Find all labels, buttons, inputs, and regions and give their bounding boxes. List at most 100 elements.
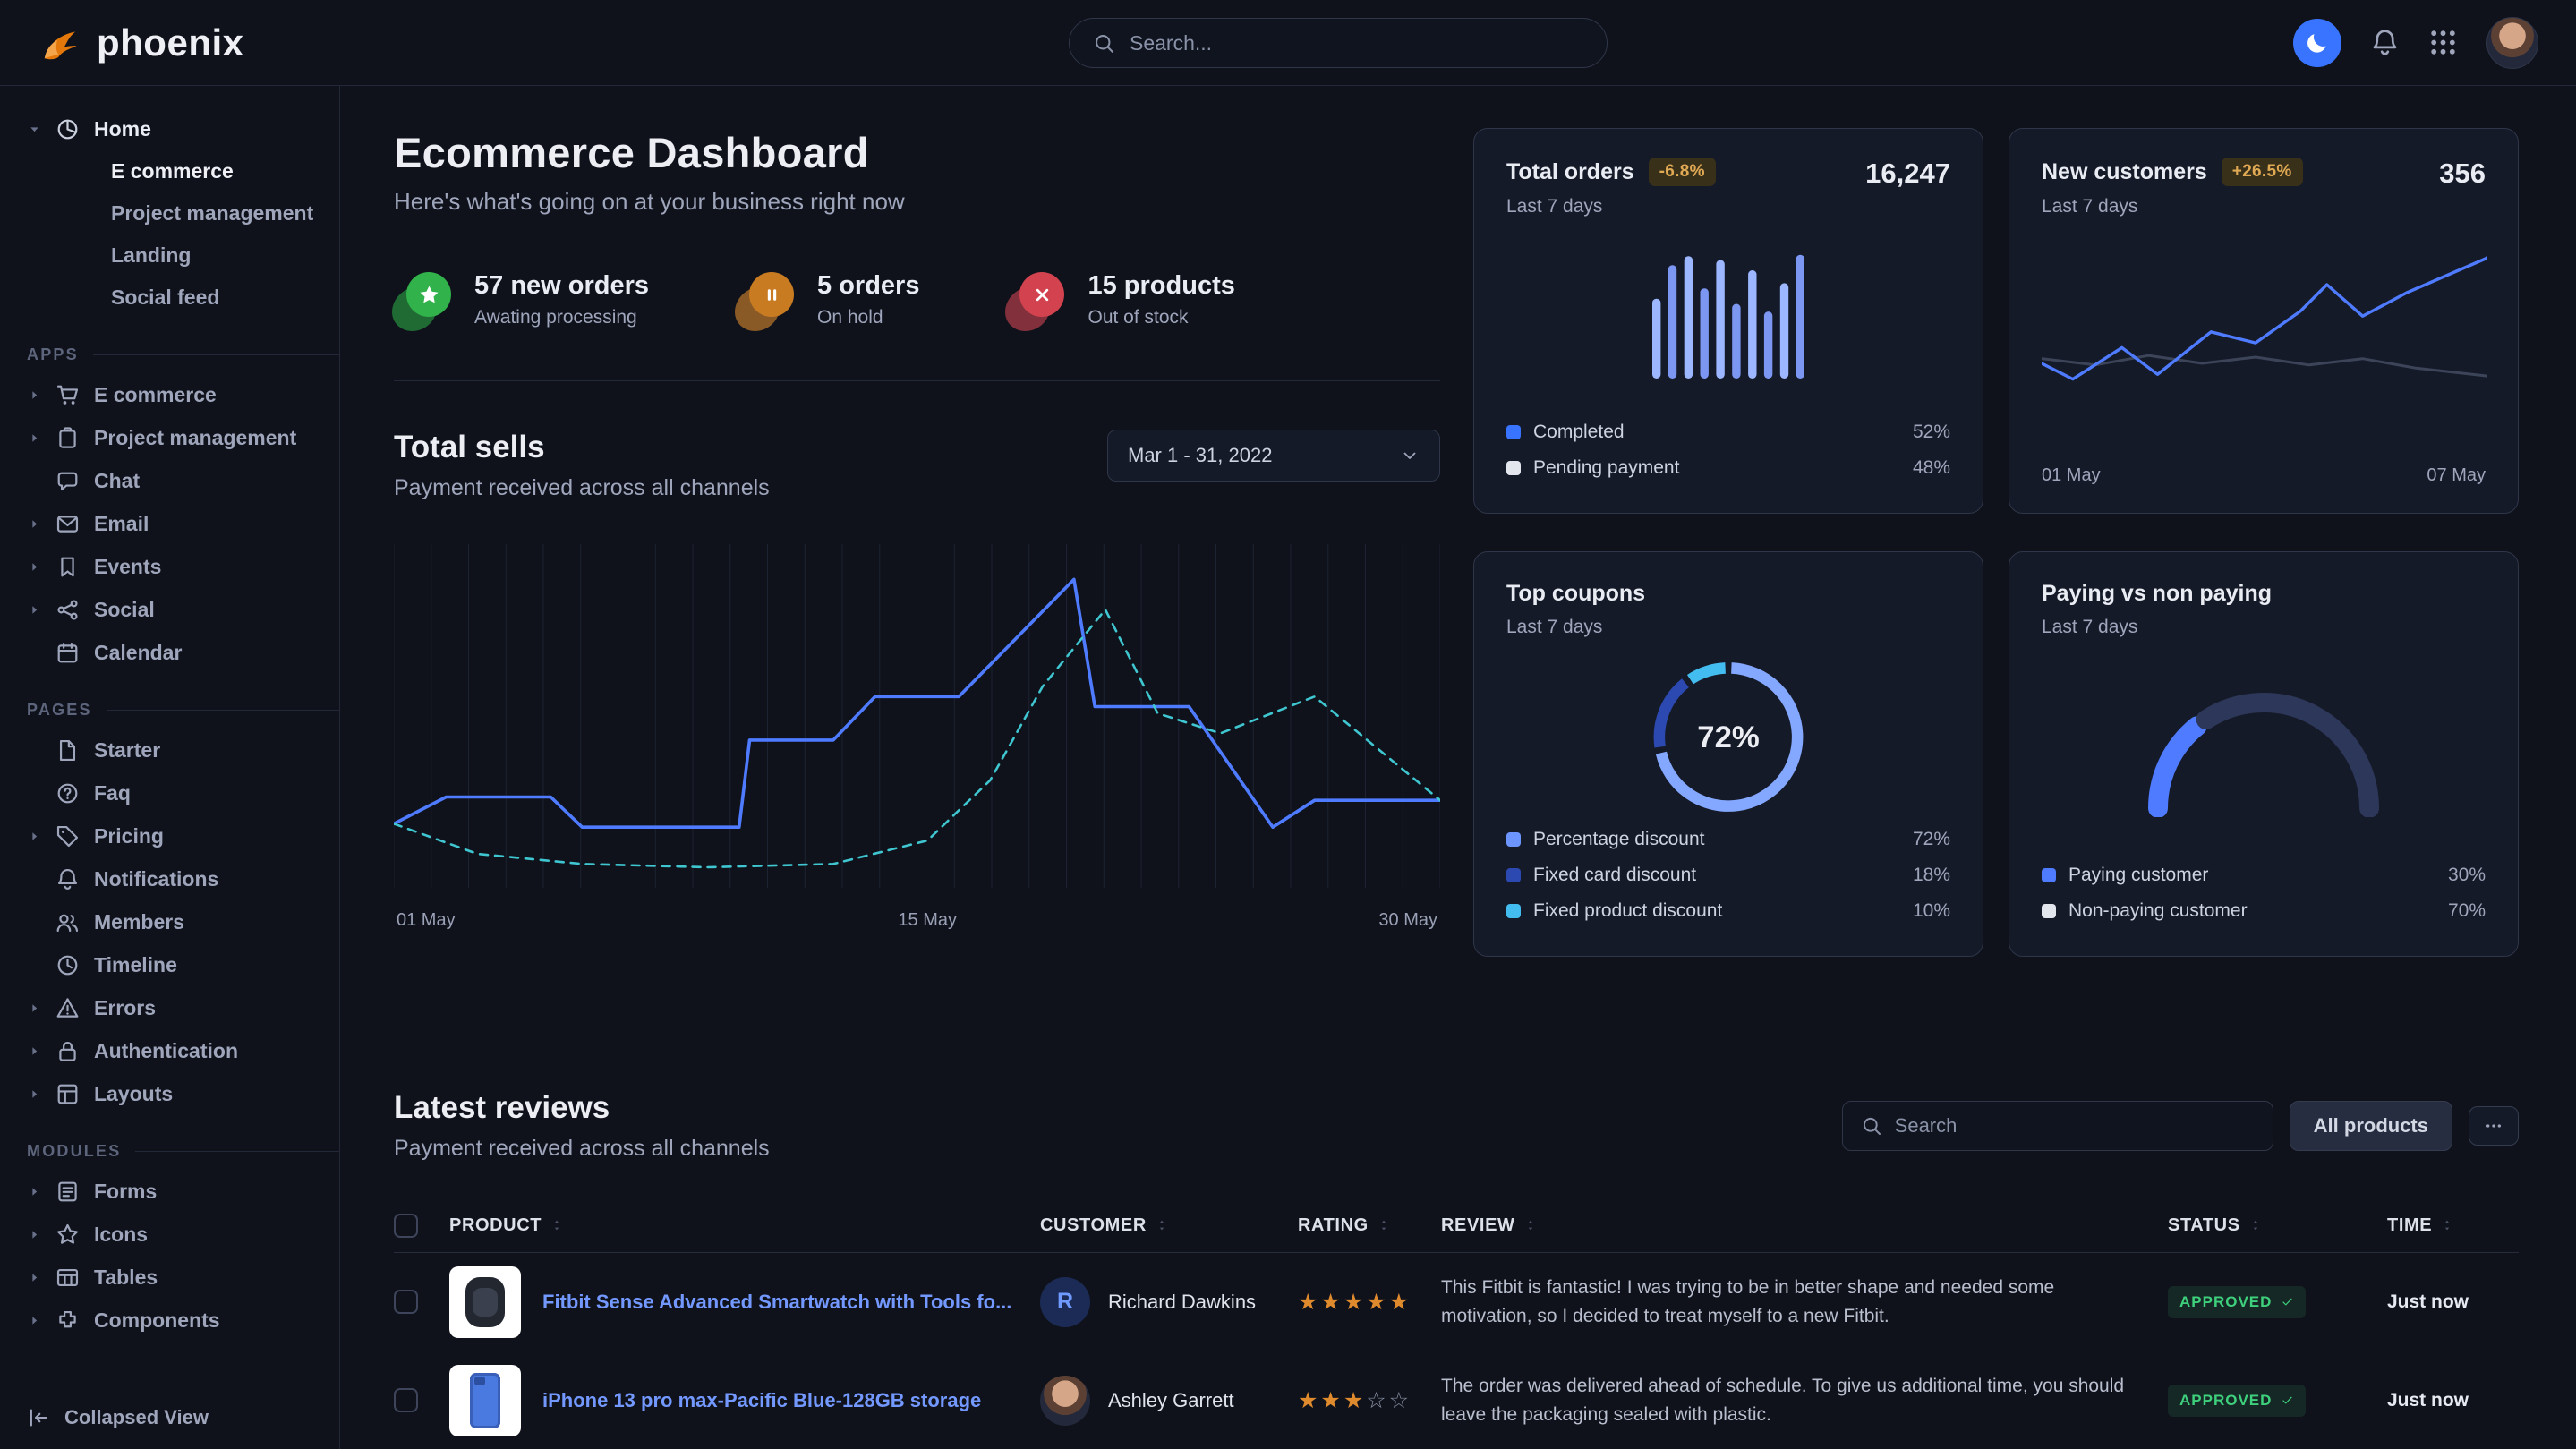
sidebar-item-faq[interactable]: Faq (0, 771, 339, 814)
sidebar-item-social-feed[interactable]: Social feed (0, 277, 339, 319)
check-icon (2281, 1295, 2294, 1308)
moon-icon (2305, 30, 2331, 55)
all-products-button[interactable]: All products (2290, 1101, 2452, 1151)
date-range-select[interactable]: Mar 1 - 31, 2022 (1107, 430, 1440, 482)
stat-57-new-orders: 57 new ordersAwating processing (394, 271, 649, 328)
x-label-end: 07 May (2427, 465, 2486, 486)
caret-right-icon (27, 1184, 42, 1199)
sidebar-item-components[interactable]: Components (0, 1299, 339, 1342)
clipboard-icon (55, 426, 80, 450)
star-outline-icon (55, 1223, 80, 1247)
user-avatar[interactable] (2486, 17, 2538, 69)
product-image (449, 1365, 521, 1436)
sidebar-item-pricing[interactable]: Pricing (0, 814, 339, 857)
x-mark-icon (1031, 284, 1053, 306)
x-label-start: 01 May (2042, 465, 2101, 486)
total-orders-change-badge: -6.8% (1649, 158, 1716, 186)
envelope-icon (55, 512, 80, 536)
legend-item: Paying customer30% (2042, 857, 2486, 893)
status-badge: APPROVED (2168, 1385, 2306, 1417)
search-icon (1861, 1115, 1882, 1137)
sidebar-item-timeline[interactable]: Timeline (0, 943, 339, 986)
main-content: Ecommerce Dashboard Here's what's going … (340, 86, 2576, 1449)
pie-chart-icon (55, 117, 80, 141)
sidebar-item-calendar[interactable]: Calendar (0, 631, 339, 674)
users-icon (55, 910, 80, 934)
new-customers-line-chart (2042, 241, 2487, 411)
sidebar-item-chat[interactable]: Chat (0, 459, 339, 502)
sidebar-item-landing[interactable]: Landing (0, 234, 339, 277)
sidebar-item-events[interactable]: Events (0, 545, 339, 588)
global-search-input[interactable] (1130, 31, 1583, 55)
svg-text:30 May: 30 May (1378, 910, 1437, 930)
sort-customer[interactable] (1155, 1218, 1169, 1232)
new-customers-card: New customers +26.5% Last 7 days 356 01 … (2009, 128, 2519, 514)
sort-review[interactable] (1523, 1218, 1538, 1232)
caret-right-icon (27, 1270, 42, 1285)
sidebar-item-notifications[interactable]: Notifications (0, 857, 339, 900)
review-text: The order was delivered ahead of schedul… (1441, 1372, 2125, 1428)
sidebar-item-e-commerce[interactable]: E commerce (0, 373, 339, 416)
ellipsis-icon (2484, 1116, 2503, 1136)
card-title: New customers (2042, 159, 2207, 185)
product-link[interactable]: iPhone 13 pro max-Pacific Blue-128GB sto… (542, 1389, 981, 1412)
sort-time[interactable] (2440, 1218, 2454, 1232)
sort-status[interactable] (2248, 1218, 2263, 1232)
sidebar-item-e-commerce[interactable]: E commerce (0, 150, 339, 192)
form-icon (55, 1180, 80, 1204)
sidebar-item-home[interactable]: Home (0, 107, 339, 150)
card-period: Last 7 days (1506, 196, 1716, 217)
legend-item: Fixed card discount18% (1506, 857, 1950, 893)
sidebar-item-errors[interactable]: Errors (0, 986, 339, 1029)
total-sells-title: Total sells (394, 430, 770, 465)
card-title: Total orders (1506, 159, 1634, 185)
check-icon (2281, 1295, 2294, 1308)
rating-stars: ★★★★★ (1298, 1289, 1412, 1316)
clock-icon (55, 953, 80, 977)
reviews-search[interactable] (1842, 1101, 2273, 1151)
sidebar-item-tables[interactable]: Tables (0, 1256, 339, 1299)
product-link[interactable]: Fitbit Sense Advanced Smartwatch with To… (542, 1291, 1011, 1314)
sort-rating[interactable] (1377, 1218, 1391, 1232)
svg-text:15 May: 15 May (898, 910, 957, 930)
sidebar-section-label: MODULES (0, 1142, 339, 1161)
search-icon (1861, 1115, 1882, 1137)
global-search[interactable] (1069, 18, 1608, 68)
collapsed-view-toggle[interactable]: Collapsed View (0, 1385, 339, 1449)
reviews-search-input[interactable] (1895, 1114, 2255, 1138)
apps-grid-button[interactable] (2428, 28, 2458, 57)
sidebar-item-project-management[interactable]: Project management (0, 192, 339, 234)
layout-icon (55, 1082, 80, 1106)
new-customers-x-axis: 01 May 07 May (2042, 455, 2486, 486)
sidebar-item-icons[interactable]: Icons (0, 1213, 339, 1256)
sidebar-item-authentication[interactable]: Authentication (0, 1029, 339, 1072)
legend-item: Completed52% (1506, 414, 1950, 450)
row-checkbox[interactable] (394, 1388, 418, 1412)
caret-right-icon (27, 1087, 42, 1102)
paying-gauge-chart (2129, 665, 2398, 817)
sidebar-item-social[interactable]: Social (0, 588, 339, 631)
sidebar-item-forms[interactable]: Forms (0, 1170, 339, 1213)
search-icon (1093, 32, 1115, 55)
sidebar-item-layouts[interactable]: Layouts (0, 1072, 339, 1115)
row-checkbox[interactable] (394, 1290, 418, 1314)
customer-avatar (1040, 1376, 1090, 1426)
brand[interactable]: phoenix (38, 21, 244, 65)
customer-avatar: R (1040, 1277, 1090, 1327)
more-options-button[interactable] (2469, 1106, 2519, 1146)
phoenix-logo-icon (38, 21, 82, 65)
sidebar-item-email[interactable]: Email (0, 502, 339, 545)
theme-toggle-button[interactable] (2293, 19, 2341, 67)
sidebar-item-starter[interactable]: Starter (0, 729, 339, 771)
sort-product[interactable] (550, 1218, 564, 1232)
bell-icon (2370, 28, 2400, 57)
sidebar-item-members[interactable]: Members (0, 900, 339, 943)
sidebar-item-project-management[interactable]: Project management (0, 416, 339, 459)
top-coupons-legend: Percentage discount72%Fixed card discoun… (1506, 822, 1950, 929)
share-icon (55, 598, 80, 622)
lock-icon (55, 1039, 80, 1063)
card-period: Last 7 days (2042, 617, 2272, 638)
notifications-button[interactable] (2370, 28, 2400, 57)
select-all-checkbox[interactable] (394, 1214, 418, 1238)
ellipsis-icon (2484, 1116, 2503, 1136)
